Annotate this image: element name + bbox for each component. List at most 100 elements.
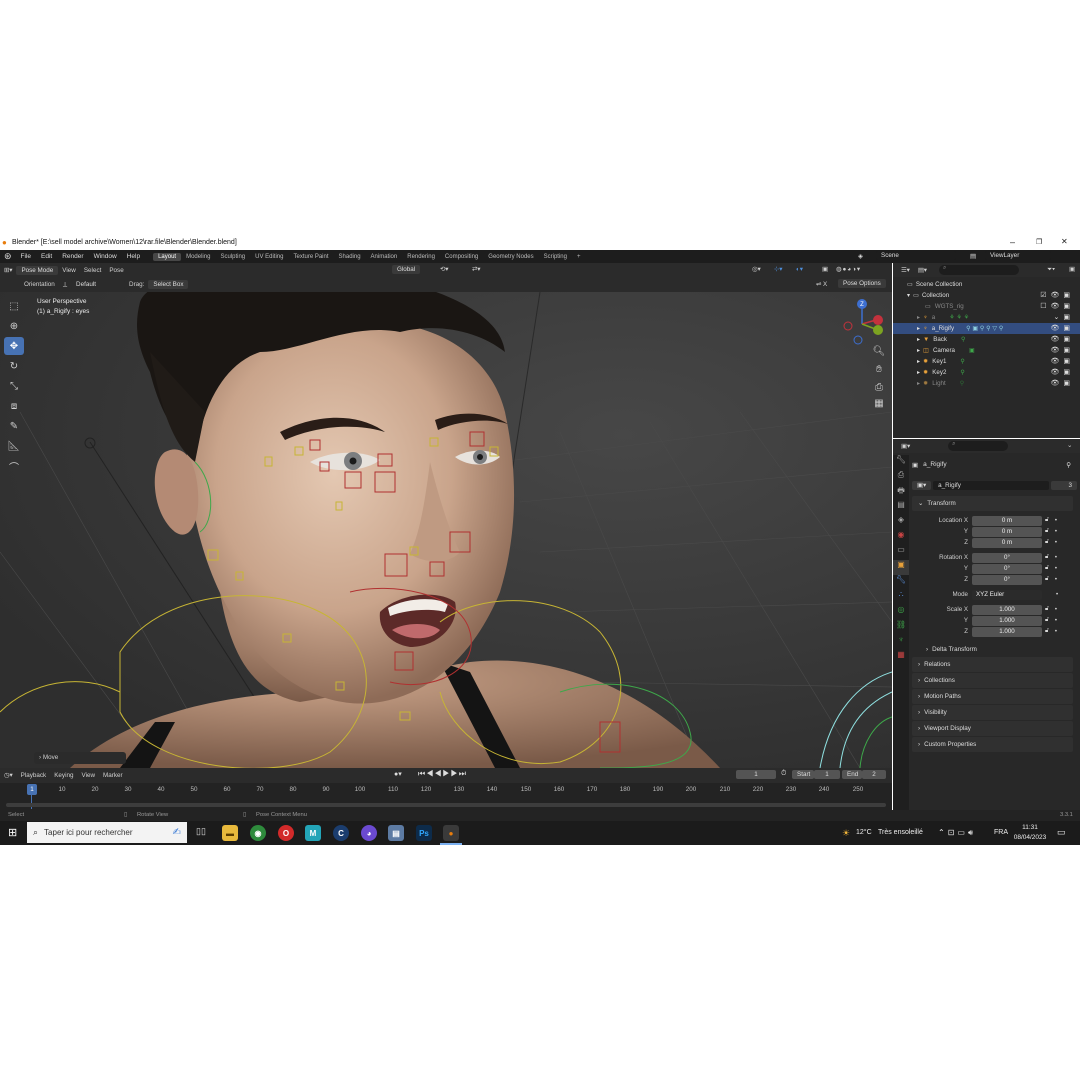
tab-layout[interactable]: Layout (153, 252, 182, 261)
expand-arrow-icon[interactable]: ▸ (917, 325, 920, 332)
c-app-icon[interactable]: C (333, 825, 349, 841)
relations-panel-header[interactable]: › Relations (912, 657, 1073, 672)
camera-view-icon[interactable]: ⎙ (872, 382, 886, 396)
input-language[interactable]: FRA (994, 829, 1008, 836)
system-tray-icons[interactable]: ⌃⊡▭🔊︎ (938, 828, 976, 838)
blender-taskbar-icon[interactable]: ● (443, 825, 459, 841)
lock-icon[interactable]: 🔓︎ (1045, 617, 1049, 624)
menu-window[interactable]: Window (89, 253, 122, 260)
expand-arrow-icon[interactable]: ▸ (917, 369, 920, 376)
outliner-search-input[interactable]: ⌕ (938, 265, 1019, 275)
mirror-icon[interactable]: ⇌ X (812, 280, 831, 289)
tab-texture-paint[interactable]: Texture Paint (288, 253, 333, 261)
filter-icon[interactable]: ⏷▾ (1043, 265, 1059, 275)
rotation-y-field[interactable]: 0° (972, 563, 1042, 574)
modifier-tab-icon[interactable]: 🔧︎ (893, 575, 909, 590)
frame-ruler[interactable]: 1 10 20 30 40 50 60 70 80 90 100 110 120… (0, 783, 892, 809)
transform-tool-icon[interactable]: ⧈ (4, 397, 24, 415)
properties-editor-icon[interactable]: ▣▾ (897, 442, 914, 451)
pan-hand-icon[interactable]: ✋︎ (872, 364, 886, 378)
menu-render[interactable]: Render (57, 253, 88, 260)
collections-panel-header[interactable]: › Collections (912, 673, 1073, 688)
file-explorer-icon[interactable]: ▬ (222, 825, 238, 841)
opera-icon[interactable]: O (278, 825, 294, 841)
menu-help[interactable]: Help (122, 253, 145, 260)
tab-sculpting[interactable]: Sculpting (215, 253, 250, 261)
rotate-tool-icon[interactable]: ↻ (4, 357, 24, 375)
location-z-field[interactable]: 0 m (972, 537, 1042, 548)
scale-tool-icon[interactable]: ⤡ (4, 377, 24, 395)
visibility-toggles-icon[interactable]: ☐👁︎▣ (1040, 302, 1074, 310)
user-count[interactable]: 3 (1051, 480, 1077, 490)
tab-animation[interactable]: Animation (366, 253, 403, 261)
output-tab-icon[interactable]: 🖶︎ (893, 485, 909, 500)
keyframe-dot-icon[interactable]: • (1055, 540, 1057, 546)
pivot-icon[interactable]: ⟲▾ (436, 265, 452, 274)
outliner-item[interactable]: ▸ ◫ Camera ▣ 👁︎▣ (893, 345, 1080, 356)
physics-tab-icon[interactable]: ◎ (893, 605, 909, 620)
keyframe-dot-icon[interactable]: • (1055, 618, 1057, 624)
visibility-toggles-icon[interactable]: ☑👁︎▣ (1040, 291, 1074, 299)
expand-arrow-icon[interactable]: ▾ (907, 292, 910, 299)
keyframe-dot-icon[interactable]: • (1055, 518, 1057, 524)
measure-tool-icon[interactable]: 📐︎ (4, 437, 24, 455)
timeline-editor-type-icon[interactable]: ◷▾ (0, 771, 17, 780)
object-tab-icon[interactable]: ▣ (893, 560, 909, 575)
expand-arrow-icon[interactable]: ▸ (917, 380, 920, 387)
keyframe-dot-icon[interactable]: • (1055, 577, 1057, 583)
visibility-toggles-icon[interactable]: 👁︎▣ (1050, 346, 1074, 354)
visibility-toggles-icon[interactable]: 👁︎▣ (1050, 335, 1074, 343)
scene-selector[interactable]: Scene (876, 251, 956, 260)
snap-icon[interactable]: ⇄▾ (468, 265, 484, 274)
lock-icon[interactable]: 🔓︎ (1045, 576, 1049, 583)
weather-icon[interactable]: ☀ (842, 828, 850, 839)
mode-selector[interactable]: Pose Mode (16, 265, 59, 275)
keyframe-dot-icon[interactable]: • (1055, 566, 1057, 572)
xray-icon[interactable]: ▣ (818, 265, 832, 274)
playback-menu[interactable]: Playback (17, 771, 51, 780)
view-layer-selector[interactable]: ViewLayer (985, 251, 1051, 260)
expand-arrow-icon[interactable]: ▸ (917, 336, 920, 343)
world-tab-icon[interactable]: ◉ (893, 530, 909, 545)
outliner-item[interactable]: ▸ ✹ Key1 ⚲ 👁︎▣ (893, 356, 1080, 367)
keyframe-dot-icon[interactable]: • (1055, 607, 1057, 613)
render-tab-icon[interactable]: ⎙ (893, 470, 909, 485)
transform-panel-header[interactable]: ⌄ Transform (912, 496, 1073, 511)
location-x-field[interactable]: 0 m (972, 515, 1042, 526)
blender-menu-icon[interactable]: ⊛ (0, 251, 16, 262)
lock-icon[interactable]: 🔓︎ (1045, 528, 1049, 535)
navigation-gizmo[interactable]: Z (836, 296, 888, 348)
orientation-dropdown[interactable]: Default (71, 280, 126, 289)
move-tool-icon[interactable]: ✥ (4, 337, 24, 355)
outliner-item-selected[interactable]: ▸ ♆ a_Rigify ⚲ ▣ ⚲ ⚲ ▽ ⚲ 👁︎▣ (893, 323, 1080, 334)
menu-file[interactable]: File (16, 253, 36, 260)
drag-dropdown[interactable]: Select Box (148, 280, 189, 289)
editor-type-icon[interactable]: ⊞▾ (0, 266, 16, 275)
new-collection-icon[interactable]: ▣ (1065, 265, 1079, 274)
marker-menu[interactable]: Marker (99, 771, 127, 780)
display-mode-icon[interactable]: ▤▾ (914, 266, 931, 275)
menu-edit[interactable]: Edit (36, 253, 57, 260)
timeline-view-menu[interactable]: View (77, 771, 99, 780)
tab-compositing[interactable]: Compositing (440, 253, 483, 261)
rotation-x-field[interactable]: 0° (972, 552, 1042, 563)
shading-modes-icon[interactable]: ◍●◕◑▾ (832, 265, 865, 274)
view-layer-tab-icon[interactable]: ▤ (893, 500, 909, 515)
lock-icon[interactable]: 🔓︎ (1045, 628, 1049, 635)
visibility-toggles-icon[interactable]: ⌄▣ (1054, 313, 1074, 321)
tab-scripting[interactable]: Scripting (539, 253, 572, 261)
cursor-tool-icon[interactable]: ⊕ (4, 317, 24, 335)
keying-menu[interactable]: Keying (50, 771, 77, 780)
pose-options-dropdown[interactable]: Pose Options (838, 279, 886, 288)
expand-arrow-icon[interactable]: ▸ (917, 314, 920, 321)
notifications-icon[interactable]: ▭ (1057, 827, 1066, 838)
rotation-mode-dropdown[interactable]: XYZ Euler (972, 589, 1042, 600)
object-browse-icon[interactable]: ▣▾ (912, 480, 932, 490)
visibility-icon[interactable]: ◎▾ (748, 265, 765, 274)
scale-x-field[interactable]: 1.000 (972, 604, 1042, 615)
task-view-icon[interactable]: ▯▯ (196, 826, 206, 837)
outliner-scene-collection[interactable]: ▭ Scene Collection (893, 279, 1080, 290)
menu-pose[interactable]: Pose (105, 266, 127, 275)
scale-z-field[interactable]: 1.000 (972, 626, 1042, 637)
outliner-item[interactable]: ▸ ▼ Back ⚲ 👁︎▣ (893, 334, 1080, 345)
